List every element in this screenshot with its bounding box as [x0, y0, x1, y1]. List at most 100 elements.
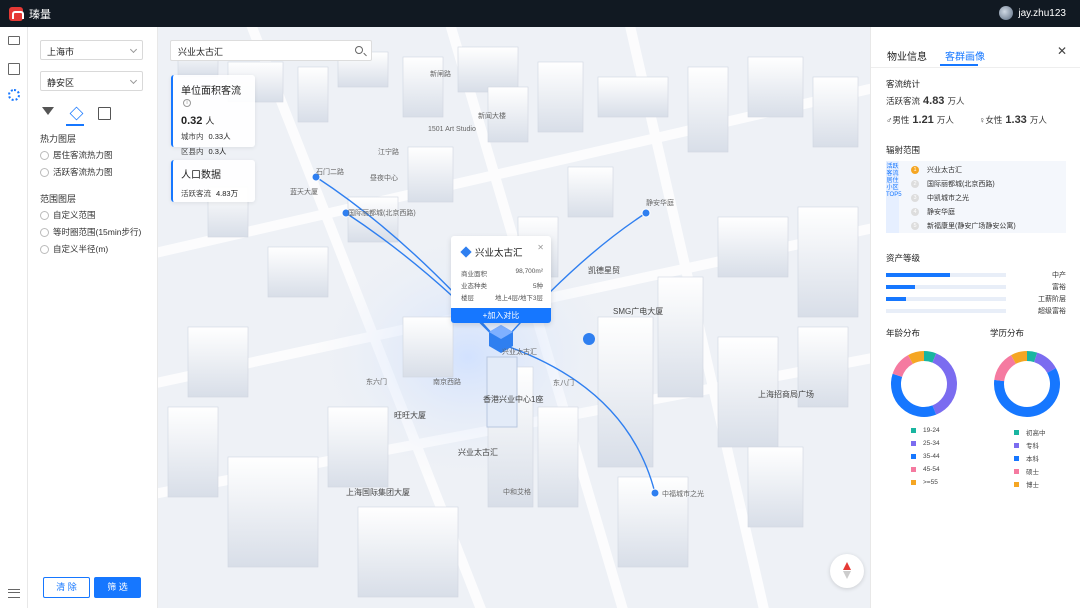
heat-option-active[interactable]: 活跃客流热力图	[40, 166, 113, 178]
popup-row: 商业面积 98,700m²	[461, 268, 543, 278]
bar-fill	[886, 285, 915, 289]
active-flow-stat: 活跃客流 4.83 万人	[886, 95, 965, 107]
legend-swatch	[911, 441, 916, 446]
donut-slice	[892, 355, 914, 378]
city-select[interactable]: 上海市	[40, 40, 143, 60]
male-stat: ♂男性 1.21 万人	[886, 114, 954, 126]
option-label: 居住客流热力图	[53, 150, 113, 160]
city-value: 上海市	[47, 47, 75, 57]
legend-item: 25-34	[911, 440, 940, 447]
menu-icon[interactable]	[8, 589, 20, 598]
legend-label: 初高中	[1026, 430, 1046, 437]
legend-label: 专科	[1026, 443, 1039, 450]
clear-button[interactable]: 清 除	[43, 577, 90, 598]
legend-item: 19-24	[911, 427, 940, 434]
female-stat: ♀女性 1.33 万人	[979, 114, 1047, 126]
legend-label: 19-24	[923, 427, 940, 434]
filter-icon[interactable]	[42, 107, 55, 120]
option-label: 等时圈范围(15min步行)	[53, 227, 142, 237]
radio-icon	[40, 244, 49, 254]
popup-row: 楼层 地上4层/地下3层	[461, 295, 543, 302]
search-icon[interactable]	[355, 46, 363, 54]
poi-popup: 兴业太古汇 ✕ 商业面积 98,700m² 业态种类 5种 楼层 地上4层/地下3层 …	[451, 236, 551, 323]
map-label: 凯德星贸	[588, 266, 620, 275]
map-search[interactable]: 兴业太古汇	[170, 40, 372, 61]
list-item: 3 中凯城市之光	[911, 193, 969, 203]
radio-icon	[40, 150, 49, 160]
radio-icon	[40, 167, 49, 177]
bar-fill	[886, 297, 907, 301]
range-option-isochrone[interactable]: 等时圈范围(15min步行)	[40, 226, 141, 238]
district-select[interactable]: 静安区	[40, 71, 143, 91]
range-option-custom[interactable]: 自定义范围	[40, 209, 96, 221]
legend-swatch	[1014, 468, 1019, 474]
range-option-radius[interactable]: 自定义半径(m)	[40, 243, 108, 255]
range-layer-title: 范围图层	[40, 194, 77, 204]
tab-property-info[interactable]: 物业信息	[887, 48, 927, 63]
active-tab-indicator	[66, 124, 84, 126]
asset-bar-row: 超级富裕	[886, 305, 1066, 317]
edu-title: 学历分布	[990, 328, 1025, 338]
donut-slice	[994, 355, 1017, 382]
map-label: 上海国际集团大厦	[346, 488, 410, 497]
row-label: 活跃客流	[181, 189, 211, 198]
legend-item: >=55	[911, 479, 938, 486]
filter-button[interactable]: 筛 选	[94, 577, 141, 598]
option-label: 活跃客流热力图	[53, 167, 113, 177]
radiation-list: 活跃客流居住小区TOP5 1 兴业太古汇 2 国际丽都城(北京西路) 3 中凯城市之光…	[886, 161, 1066, 233]
legend-swatch	[1014, 429, 1019, 435]
map-label: 中福城市之光	[662, 491, 704, 498]
map-label: 兴业太古汇	[502, 349, 537, 356]
building-icon[interactable]	[98, 107, 111, 120]
filter-panel: 上海市 静安区 热力图层 居住客流热力图 活跃客流热力图 范围图层 自定义范围 …	[28, 27, 158, 608]
close-icon[interactable]: ✕	[537, 243, 544, 252]
info-icon[interactable]: i	[183, 99, 191, 107]
asset-title: 资产等级	[886, 253, 921, 263]
map-label: 上海招商局广场	[758, 390, 814, 399]
map-label: 昼夜中心	[370, 175, 398, 182]
legend-item: 硕士	[1014, 466, 1039, 476]
gear-icon[interactable]	[8, 89, 20, 101]
bar-label: 富裕	[1052, 284, 1066, 291]
map-view[interactable]: 兴业太古汇 上海国际集团大厦 上海招商局广场 香港兴业中心1座 旺旺大厦 SMG…	[158, 27, 870, 608]
close-icon[interactable]: ✕	[1057, 44, 1067, 58]
document-icon[interactable]	[8, 63, 20, 75]
cube-icon	[460, 246, 472, 258]
legend-swatch	[1014, 481, 1019, 487]
option-label: 自定义半径(m)	[53, 244, 109, 254]
list-item: 1 兴业太古汇	[911, 165, 962, 175]
legend-swatch	[911, 428, 916, 433]
bar-label: 工薪阶层	[1038, 296, 1066, 303]
tab-customer-profile[interactable]: 客群画像	[945, 48, 985, 63]
bar-label: 中产	[1052, 272, 1066, 279]
legend-item: 45-54	[911, 466, 940, 473]
legend-item: 博士	[1014, 479, 1039, 489]
legend-label: 博士	[1026, 482, 1039, 489]
heat-option-residential[interactable]: 居住客流热力图	[40, 149, 113, 161]
user-menu[interactable]: jay.zhu123	[999, 6, 1066, 20]
donut-slice	[932, 353, 957, 415]
bar-fill	[886, 273, 950, 277]
legend-label: 35-44	[923, 453, 940, 460]
compass-icon[interactable]	[830, 554, 864, 588]
legend-item: 35-44	[911, 453, 940, 460]
monitor-icon[interactable]	[8, 36, 20, 45]
search-input[interactable]: 兴业太古汇	[178, 47, 223, 57]
age-donut-chart	[891, 351, 957, 417]
add-compare-button[interactable]: +加入对比	[451, 308, 551, 323]
row-label: 城市内	[181, 132, 204, 141]
map-label: 新闻大楼	[478, 113, 506, 120]
map-label: 蓝天大厦	[290, 189, 318, 196]
legend-item: 专科	[1014, 440, 1039, 450]
map-label: 静安华庭	[646, 200, 674, 207]
legend-label: 25-34	[923, 440, 940, 447]
map-label: 中和艾格	[503, 489, 531, 496]
map-label: 南京西路	[433, 379, 461, 386]
legend-swatch	[1014, 442, 1019, 448]
popup-title: 兴业太古汇	[475, 248, 523, 259]
legend-item: 初高中	[1014, 427, 1046, 437]
layers-icon[interactable]	[69, 106, 84, 121]
bar-track	[886, 285, 1006, 289]
divider	[871, 67, 1080, 68]
layer-tabs	[42, 106, 111, 121]
